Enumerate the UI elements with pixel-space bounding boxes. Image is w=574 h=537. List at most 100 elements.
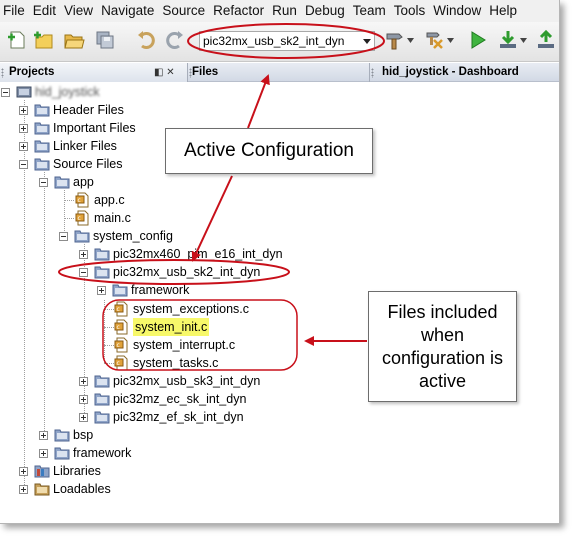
tree-label: Source Files xyxy=(53,157,123,171)
expand-toggle[interactable] xyxy=(79,394,88,404)
folder-icon xyxy=(34,156,50,172)
chevron-down-icon xyxy=(360,38,374,44)
tree-item-bsp[interactable]: bsp xyxy=(39,426,93,444)
build-menu-caret-icon[interactable] xyxy=(407,38,414,43)
drag-handle[interactable] xyxy=(1,68,4,78)
menu-view[interactable]: View xyxy=(60,0,97,22)
tree-label: pic32mz_ef_sk_int_dyn xyxy=(113,410,244,424)
save-all-icon[interactable] xyxy=(93,29,115,51)
menu-source[interactable]: Source xyxy=(158,0,209,22)
menu-debug[interactable]: Debug xyxy=(301,0,349,22)
tree-item-pic32mx-usb-sk3[interactable]: pic32mx_usb_sk3_int_dyn xyxy=(79,372,260,390)
tree-item-framework[interactable]: framework xyxy=(97,281,189,299)
collapse-toggle[interactable] xyxy=(19,159,28,169)
undo-icon[interactable] xyxy=(135,29,157,51)
tab-projects[interactable]: Projects ◧ ✕ xyxy=(0,63,188,82)
svg-text:c: c xyxy=(117,324,120,331)
drag-handle[interactable] xyxy=(189,68,192,78)
menu-team[interactable]: Team xyxy=(349,0,390,22)
clean-build-menu-caret-icon[interactable] xyxy=(447,38,454,43)
tree-item-system-config[interactable]: system_config xyxy=(59,227,173,245)
c-source-file-icon: c xyxy=(114,301,130,317)
tree-item-important-files[interactable]: Important Files xyxy=(19,119,136,137)
expand-toggle[interactable] xyxy=(39,430,48,440)
open-project-icon[interactable] xyxy=(63,29,85,51)
tree-item-linker-files[interactable]: Linker Files xyxy=(19,137,117,155)
tree-label: pic32mx460_pim_e16_int_dyn xyxy=(113,247,283,261)
collapse-toggle[interactable] xyxy=(39,177,48,187)
project-name: hid_joystick xyxy=(35,85,100,99)
expand-toggle[interactable] xyxy=(19,105,28,115)
tree-item-system-interrupt[interactable]: c system_interrupt.c xyxy=(114,336,235,354)
upload-icon[interactable] xyxy=(535,29,557,51)
collapse-toggle[interactable] xyxy=(79,267,88,277)
expand-toggle[interactable] xyxy=(97,285,106,295)
drag-handle[interactable] xyxy=(371,68,374,78)
expand-toggle[interactable] xyxy=(19,141,28,151)
tree-item-app[interactable]: app xyxy=(39,173,94,191)
tree-label: system_tasks.c xyxy=(133,356,219,370)
tree-item-system-exceptions[interactable]: c system_exceptions.c xyxy=(114,300,249,318)
menu-refactor[interactable]: Refactor xyxy=(209,0,268,22)
expand-toggle[interactable] xyxy=(19,466,28,476)
svg-text:c: c xyxy=(117,342,120,349)
menu-bar: File Edit View Navigate Source Refactor … xyxy=(0,0,559,22)
svg-text:c: c xyxy=(117,306,120,313)
tree-item-libraries[interactable]: Libraries xyxy=(19,462,101,480)
tree-item-system-init[interactable]: c system_init.c xyxy=(114,318,210,336)
collapse-toggle[interactable] xyxy=(59,231,68,241)
tree-item-app-c[interactable]: c app.c xyxy=(75,191,125,209)
tree-item-project[interactable]: hid_joystick xyxy=(1,83,100,101)
menu-tools[interactable]: Tools xyxy=(390,0,430,22)
svg-text:c: c xyxy=(78,197,81,204)
loadables-folder-icon xyxy=(34,481,50,497)
expand-toggle[interactable] xyxy=(19,484,28,494)
tree-item-header-files[interactable]: Header Files xyxy=(19,101,124,119)
program-device-icon[interactable] xyxy=(497,29,519,51)
svg-text:c: c xyxy=(78,215,81,222)
project-icon xyxy=(16,84,32,100)
new-file-icon[interactable] xyxy=(6,29,28,51)
menu-run[interactable]: Run xyxy=(268,0,301,22)
tree-item-system-tasks[interactable]: c system_tasks.c xyxy=(114,354,218,372)
menu-navigate[interactable]: Navigate xyxy=(97,0,158,22)
expand-toggle[interactable] xyxy=(79,249,88,259)
program-menu-caret-icon[interactable] xyxy=(520,38,527,43)
tree-item-framework-root[interactable]: framework xyxy=(39,444,131,462)
tree-item-main-c[interactable]: c main.c xyxy=(75,209,131,227)
configuration-select[interactable]: pic32mx_usb_sk2_int_dyn xyxy=(199,31,375,51)
tab-dashboard[interactable]: hid_joystick - Dashboard xyxy=(370,63,559,82)
tree-label: Linker Files xyxy=(53,139,117,153)
tree-item-pic32mx460[interactable]: pic32mx460_pim_e16_int_dyn xyxy=(79,245,283,263)
tree-label: Libraries xyxy=(53,464,101,478)
collapse-toggle[interactable] xyxy=(1,87,10,97)
expand-toggle[interactable] xyxy=(79,412,88,422)
tree-label: system_exceptions.c xyxy=(133,302,250,316)
tree-label: Header Files xyxy=(53,103,124,117)
expand-toggle[interactable] xyxy=(39,448,48,458)
tab-files[interactable]: Files xyxy=(188,63,370,82)
tree-label: Important Files xyxy=(53,121,136,135)
menu-window[interactable]: Window xyxy=(429,0,485,22)
menu-edit[interactable]: Edit xyxy=(29,0,60,22)
new-project-icon[interactable] xyxy=(33,29,55,51)
tree-item-pic32mz-ec-sk[interactable]: pic32mz_ec_sk_int_dyn xyxy=(79,390,246,408)
c-source-file-icon: c xyxy=(114,319,130,335)
redo-icon[interactable] xyxy=(164,29,186,51)
menu-help[interactable]: Help xyxy=(485,0,521,22)
tree-item-pic32mz-ef-sk[interactable]: pic32mz_ef_sk_int_dyn xyxy=(79,408,244,426)
clean-build-icon[interactable] xyxy=(423,29,445,51)
expand-toggle[interactable] xyxy=(79,376,88,386)
tree-label: system_config xyxy=(93,229,173,243)
tree-item-source-files[interactable]: Source Files xyxy=(19,155,122,173)
tree-item-pic32mx-usb-sk2[interactable]: pic32mx_usb_sk2_int_dyn xyxy=(79,263,260,281)
menu-file[interactable]: File xyxy=(0,0,29,22)
minimize-close-controls[interactable]: ◧ ✕ xyxy=(154,63,175,82)
build-hammer-icon[interactable] xyxy=(384,29,406,51)
run-icon[interactable] xyxy=(466,29,488,51)
tree-label: system_interrupt.c xyxy=(133,338,236,352)
folder-icon xyxy=(54,445,70,461)
expand-toggle[interactable] xyxy=(19,123,28,133)
tree-item-loadables[interactable]: Loadables xyxy=(19,480,111,498)
tab-dashboard-label: hid_joystick - Dashboard xyxy=(382,66,519,78)
